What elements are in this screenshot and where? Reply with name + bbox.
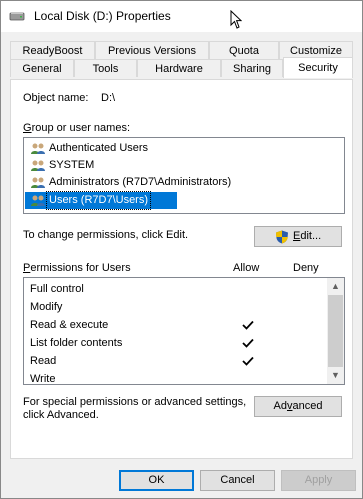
advanced-text-line1: For special permissions or advanced sett…	[23, 396, 247, 408]
drive-icon	[9, 12, 25, 21]
ok-button[interactable]: OK	[119, 470, 194, 491]
tab-quota[interactable]: Quota	[209, 41, 279, 59]
deny-header: Deny	[293, 262, 319, 274]
mouse-cursor-icon	[230, 10, 242, 29]
list-item[interactable]: Administrators (R7D7\Administrators)	[25, 174, 354, 191]
users-icon	[31, 177, 45, 188]
title-bar: Local Disk (D:) Properties	[1, 1, 362, 32]
group-list[interactable]: Authenticated Users SYSTEM Administrator…	[23, 137, 345, 214]
checkmark-icon	[242, 338, 254, 348]
list-item[interactable]: Authenticated Users	[25, 140, 354, 157]
permission-name: Read & execute	[30, 319, 109, 331]
change-permissions-text: To change permissions, click Edit.	[23, 229, 189, 241]
advanced-button[interactable]: Advanced	[254, 396, 342, 417]
object-name-value: D:\	[101, 92, 116, 104]
uac-shield-icon	[276, 230, 288, 244]
window-title: Local Disk (D:) Properties	[34, 9, 171, 23]
group-names-label: Group or user names:	[23, 122, 130, 134]
scroll-down-icon[interactable]: ▼	[327, 367, 344, 384]
permission-name: Full control	[30, 283, 84, 295]
checkmark-icon	[242, 356, 254, 366]
tab-hardware[interactable]: Hardware	[137, 59, 221, 77]
users-icon	[31, 195, 45, 206]
table-row: Read	[30, 352, 330, 370]
permissions-list[interactable]: Full control Modify Read & execute List …	[23, 277, 345, 385]
table-row: Full control	[30, 280, 330, 298]
tab-general[interactable]: General	[10, 59, 74, 77]
table-row: Read & execute	[30, 316, 330, 334]
apply-button[interactable]: Apply	[281, 470, 356, 491]
table-row: Write	[30, 370, 330, 388]
scroll-up-icon[interactable]: ▲	[327, 278, 344, 295]
tab-security[interactable]: Security	[283, 57, 353, 78]
table-row: List folder contents	[30, 334, 330, 352]
checkmark-icon	[242, 320, 254, 330]
group-name: Users (R7D7\Users)	[45, 191, 152, 210]
edit-button[interactable]: Edit...	[254, 226, 342, 247]
permissions-scrollbar[interactable]: ▲ ▼	[326, 278, 344, 384]
cancel-button[interactable]: Cancel	[200, 470, 275, 491]
permission-name: Write	[30, 373, 56, 385]
list-item[interactable]: SYSTEM	[25, 157, 354, 174]
tab-sharing[interactable]: Sharing	[221, 59, 283, 77]
tab-readyboost[interactable]: ReadyBoost	[10, 41, 95, 59]
list-item-selected[interactable]: Users (R7D7\Users)	[25, 191, 177, 210]
permission-name: List folder contents	[30, 337, 123, 349]
users-icon	[31, 143, 45, 154]
group-name: Administrators (R7D7\Administrators)	[49, 176, 232, 188]
permissions-label: Permissions for Users	[23, 262, 131, 274]
allow-header: Allow	[233, 262, 260, 274]
tab-tools[interactable]: Tools	[74, 59, 137, 77]
tab-previous-versions[interactable]: Previous Versions	[95, 41, 209, 59]
scroll-thumb[interactable]	[328, 295, 343, 367]
properties-window: Local Disk (D:) Properties ReadyBoost Pr…	[0, 0, 363, 499]
permission-name: Read	[30, 355, 57, 367]
permission-name: Modify	[30, 301, 63, 313]
group-name: SYSTEM	[49, 159, 95, 171]
group-name: Authenticated Users	[49, 142, 149, 154]
advanced-text-line2: click Advanced.	[23, 409, 99, 421]
security-panel: Object name: D:\ Group or user names: Au…	[10, 79, 353, 459]
users-icon	[31, 160, 45, 171]
table-row: Modify	[30, 298, 330, 316]
object-name-label: Object name:	[23, 92, 89, 104]
